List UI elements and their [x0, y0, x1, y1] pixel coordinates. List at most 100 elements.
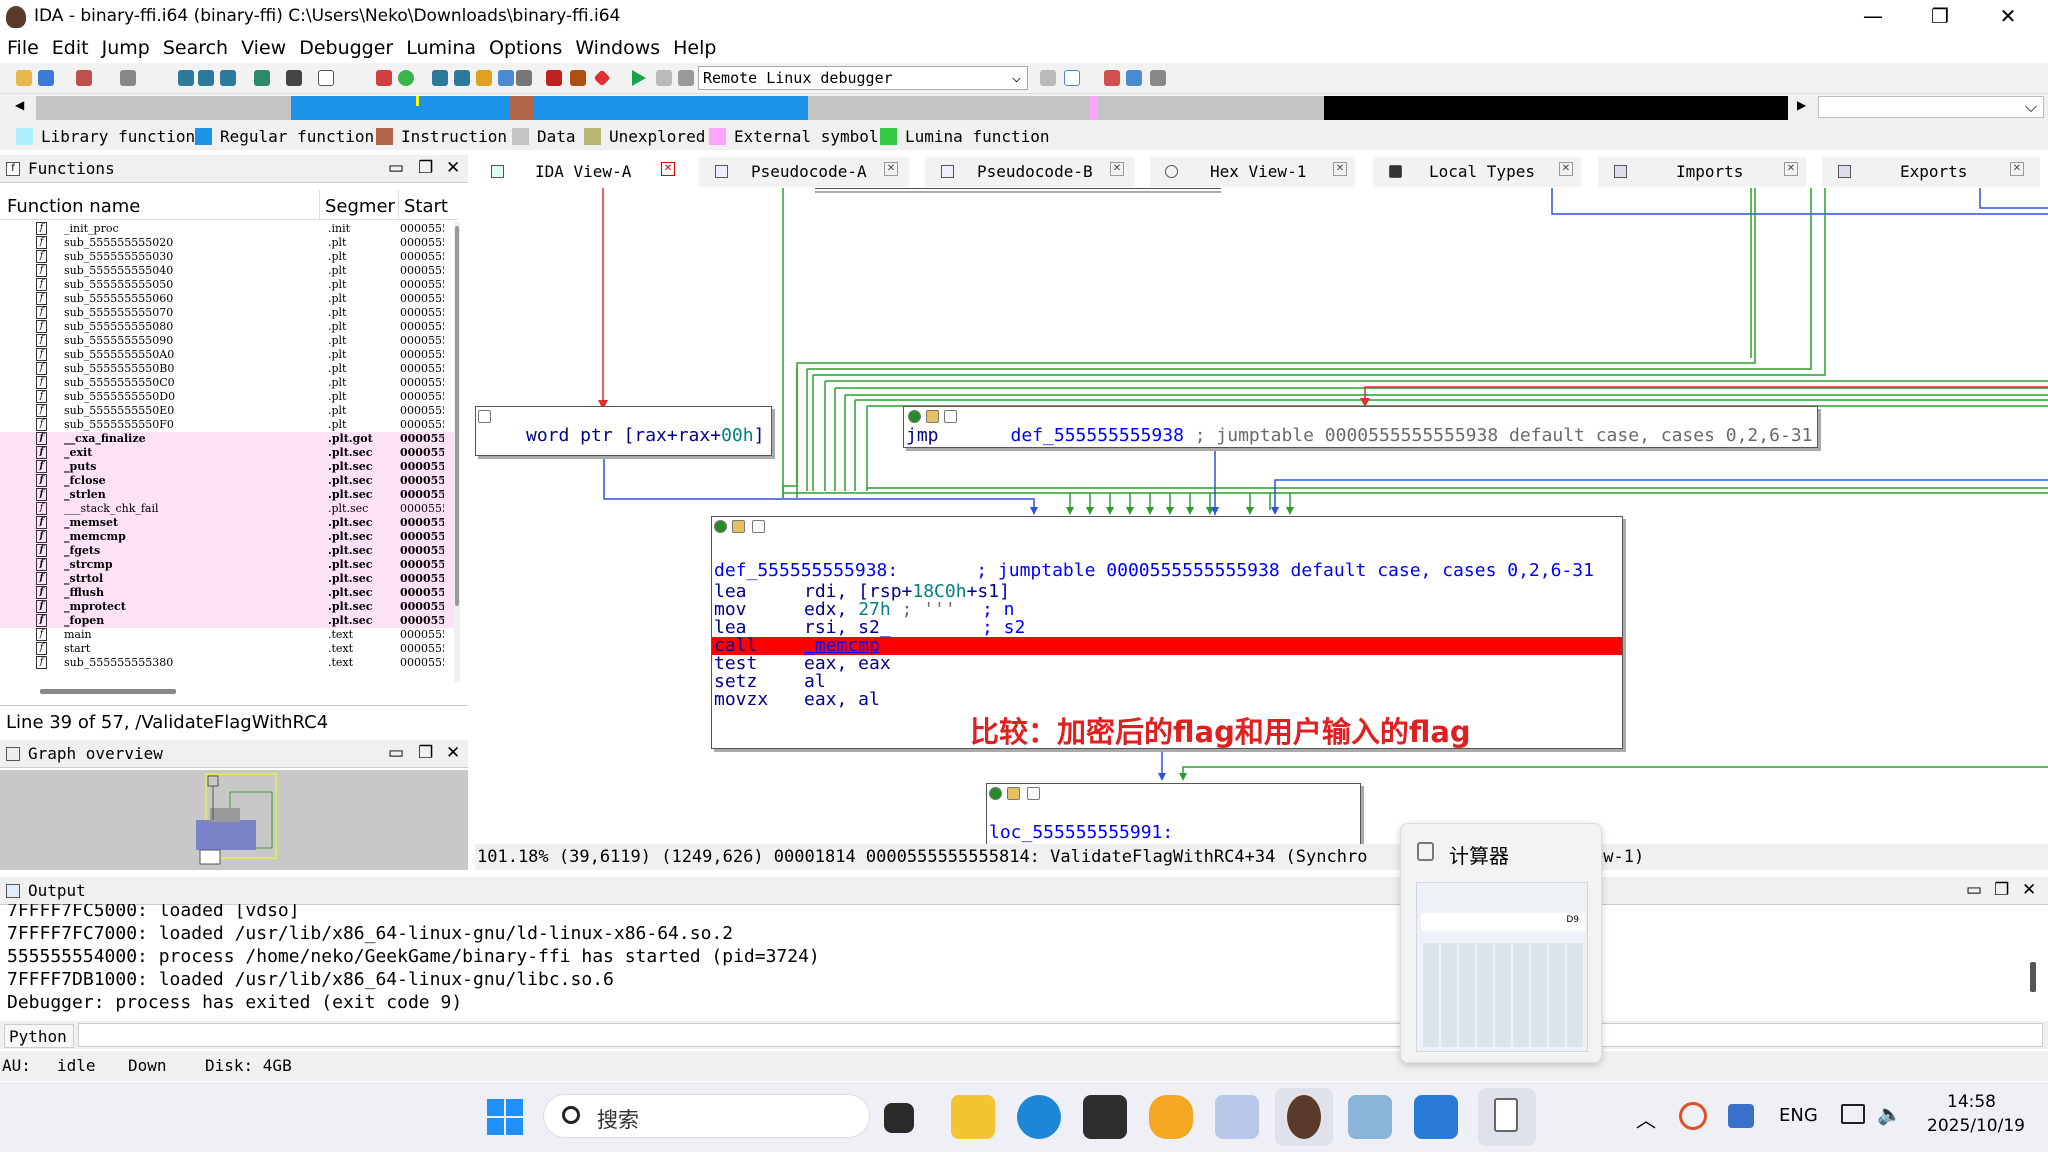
menu-jump[interactable]: Jump: [95, 35, 156, 59]
function-row[interactable]: f sub_5555555550C0 .plt 0000555: [0, 376, 455, 390]
func-icon[interactable]: [454, 70, 470, 86]
node-color-icon[interactable]: [714, 520, 727, 533]
python-input[interactable]: [78, 1023, 2043, 1047]
asm-line[interactable]: test eax, eax: [712, 655, 1622, 673]
save-icon[interactable]: [38, 70, 54, 86]
function-row[interactable]: f _strcmp .plt.sec 000055: [0, 558, 455, 572]
function-row[interactable]: f sub_5555555550D0 .plt 0000555: [0, 390, 455, 404]
overview-restore-button[interactable]: ▭: [388, 743, 404, 763]
function-row[interactable]: f sub_555555555060 .plt 0000555: [0, 292, 455, 306]
output-restore-button[interactable]: ▭: [1966, 880, 1982, 900]
list2-icon[interactable]: [1126, 70, 1142, 86]
col-segment[interactable]: Segmer: [325, 196, 395, 217]
maximize-button[interactable]: ❐: [1910, 0, 1970, 35]
menu-search[interactable]: Search: [156, 35, 234, 59]
file-explorer-icon[interactable]: [951, 1095, 995, 1139]
graph-view[interactable]: word ptr [rax+rax+00h] jmp def_5555555559…: [475, 188, 2048, 844]
function-row[interactable]: f sub_5555555550A0 .plt 0000555: [0, 348, 455, 362]
network-icon[interactable]: [1841, 1104, 1865, 1124]
node-edit-icon[interactable]: [1007, 787, 1020, 800]
menu-file[interactable]: File: [0, 35, 45, 59]
tab-pseudocode-a[interactable]: Pseudocode-A ✕: [699, 157, 909, 187]
output-log[interactable]: 7FFFF7FC5000: loaded [vdso] 7FFFF7FC7000…: [0, 904, 2030, 1018]
function-row[interactable]: f _exit .plt.sec 000055: [0, 446, 455, 460]
input-language[interactable]: ENG: [1779, 1105, 1818, 1126]
tab-pseudocode-b[interactable]: Pseudocode-B ✕: [925, 157, 1135, 187]
menu-help[interactable]: Help: [666, 35, 722, 59]
ida-taskbar-button[interactable]: [1275, 1088, 1333, 1146]
strings-icon[interactable]: [498, 70, 514, 86]
names-icon[interactable]: [476, 70, 492, 86]
function-row[interactable]: f _fgets .plt.sec 000055: [0, 544, 455, 558]
undefine-icon[interactable]: [286, 70, 302, 86]
xref-icon[interactable]: [516, 70, 532, 86]
node-graph-icon[interactable]: [1027, 787, 1040, 800]
debugger-select[interactable]: Remote Linux debugger ⌵: [698, 66, 1028, 90]
function-row[interactable]: f sub_555555555380 .text 0000555: [0, 656, 455, 670]
list-icon[interactable]: [1104, 70, 1120, 86]
terminal-icon[interactable]: [1083, 1095, 1127, 1139]
graph-node-main[interactable]: def_555555555938: ; jumptable 00005555555…: [711, 516, 1623, 749]
functions-hscroll[interactable]: [40, 689, 176, 694]
app-icon[interactable]: [1149, 1095, 1193, 1139]
data-icon[interactable]: [220, 70, 236, 86]
output-float-button[interactable]: ❐: [1994, 880, 2009, 900]
taskbar-search[interactable]: 搜索: [543, 1094, 870, 1138]
node-graph-icon[interactable]: [478, 410, 491, 423]
function-row[interactable]: f _fopen .plt.sec 000055: [0, 614, 455, 628]
tab-ida-view-a[interactable]: IDA View-A ✕: [475, 157, 687, 187]
function-row[interactable]: f sub_555555555090 .plt 0000555: [0, 334, 455, 348]
bluetooth-icon[interactable]: [1728, 1104, 1754, 1128]
code-icon[interactable]: [198, 70, 214, 86]
function-row[interactable]: f ___stack_chk_fail .plt.sec 0000555: [0, 502, 455, 516]
sync-icon[interactable]: [1679, 1102, 1707, 1130]
function-row[interactable]: f sub_555555555040 .plt 0000555: [0, 264, 455, 278]
menu-debugger[interactable]: Debugger: [292, 35, 399, 59]
list3-icon[interactable]: [1150, 70, 1166, 86]
function-row[interactable]: f sub_555555555030 .plt 0000555: [0, 250, 455, 264]
function-row[interactable]: f sub_555555555070 .plt 0000555: [0, 306, 455, 320]
menu-view[interactable]: View: [234, 35, 292, 59]
menu-lumina[interactable]: Lumina: [399, 35, 482, 59]
notepad-icon[interactable]: [1348, 1095, 1392, 1139]
start-icon[interactable]: [487, 1099, 523, 1135]
struct-icon[interactable]: [254, 70, 270, 86]
main-label[interactable]: def_555555555938:: [714, 560, 898, 581]
function-row[interactable]: f _memcmp .plt.sec 000055: [0, 530, 455, 544]
clock-time[interactable]: 14:58: [1947, 1092, 1996, 1112]
open-icon[interactable]: [16, 70, 32, 86]
proximity-icon[interactable]: [398, 70, 414, 86]
output-close-button[interactable]: ✕: [2022, 880, 2036, 900]
tab-imports[interactable]: Imports ✕: [1598, 157, 1806, 187]
function-row[interactable]: f __cxa_finalize .plt.got 000055: [0, 432, 455, 446]
nav-right-icon[interactable]: ▶: [1797, 98, 1806, 112]
minimize-button[interactable]: —: [1843, 0, 1903, 35]
overview-canvas[interactable]: [0, 770, 468, 870]
menu-options[interactable]: Options: [482, 35, 568, 59]
function-row[interactable]: f _strtol .plt.sec 000055: [0, 572, 455, 586]
function-row[interactable]: f _memset .plt.sec 000055: [0, 516, 455, 530]
back-icon[interactable]: [76, 70, 92, 86]
jmp-target[interactable]: def_555555555938: [1011, 425, 1184, 446]
function-row[interactable]: f sub_555555555080 .plt 0000555: [0, 320, 455, 334]
cfg-icon[interactable]: [1040, 70, 1056, 86]
tab-close-icon[interactable]: ✕: [1110, 162, 1124, 176]
stop-icon[interactable]: [678, 70, 694, 86]
vscode-icon[interactable]: [1414, 1095, 1458, 1139]
graph-node-loc[interactable]: loc_555555555991:: [986, 783, 1361, 844]
calculator-taskbar-button[interactable]: [1478, 1088, 1536, 1146]
tab-close-icon[interactable]: ✕: [2010, 162, 2024, 176]
graph-icon[interactable]: [376, 70, 392, 86]
python-lang-button[interactable]: Python: [4, 1024, 74, 1048]
nav-left-icon[interactable]: ◀: [15, 98, 24, 112]
forward-icon[interactable]: [120, 70, 136, 86]
overview-close-button[interactable]: ✕: [446, 743, 460, 763]
tab-close-icon[interactable]: ✕: [884, 162, 898, 176]
close-button[interactable]: ✕: [1978, 0, 2038, 35]
tab-close-icon[interactable]: ✕: [661, 162, 675, 176]
output-scrollbar[interactable]: [2030, 962, 2036, 992]
asm-line[interactable]: movzx eax, al: [712, 691, 1622, 709]
node-edit-icon[interactable]: [926, 410, 939, 423]
node-graph-icon[interactable]: [752, 520, 765, 533]
pause-icon[interactable]: [656, 70, 672, 86]
